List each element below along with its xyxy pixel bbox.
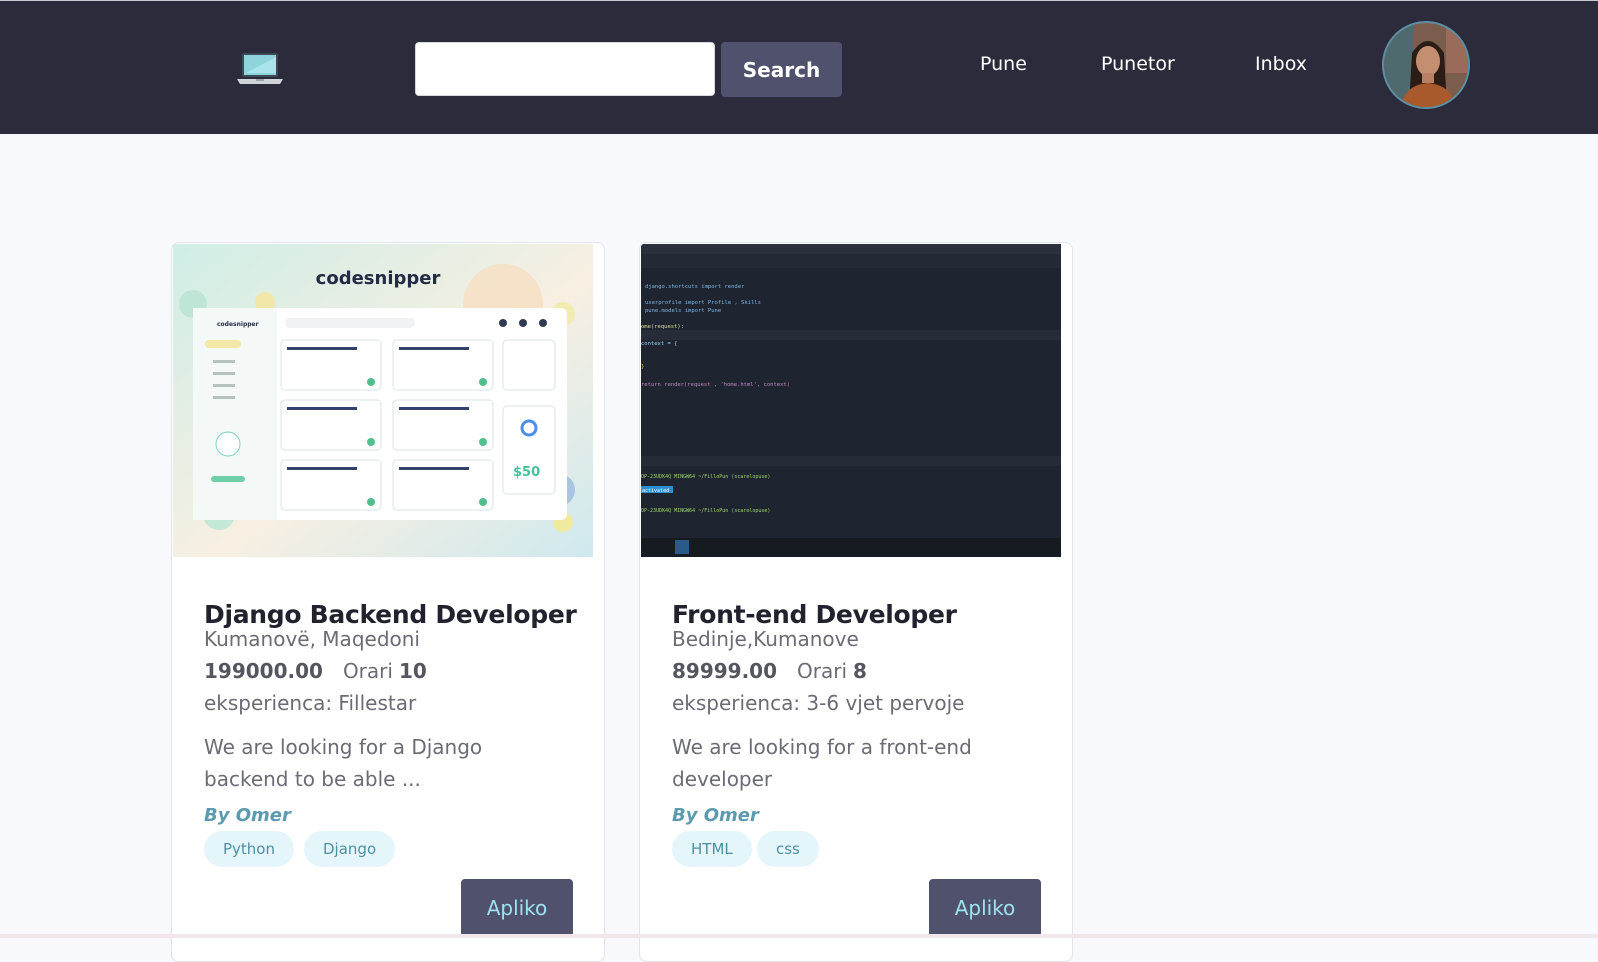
terminal-line: OP-23UDK4Q MINGW64 ~/FilloPun (scarelopu… [641, 508, 770, 514]
job-title[interactable]: Front-end Developer [672, 600, 957, 629]
image-price-text: $50 [513, 465, 540, 480]
navbar: Search Pune Punetor Inbox [0, 0, 1598, 134]
search-input[interactable] [415, 42, 715, 96]
orari-label: Orari [342, 659, 393, 683]
apply-button[interactable]: Apliko [929, 879, 1041, 937]
skill-tag[interactable]: Python [204, 831, 294, 867]
job-title[interactable]: Django Backend Developer [204, 600, 577, 629]
nav-link-inbox[interactable]: Inbox [1255, 53, 1307, 75]
page-bottom-divider [0, 934, 1598, 938]
svg-text:codesnipper: codesnipper [217, 321, 259, 328]
job-salary: 89999.00 [672, 659, 778, 683]
job-author[interactable]: By Omer [204, 805, 291, 826]
skill-tag[interactable]: Django [304, 831, 396, 867]
user-avatar[interactable] [1382, 21, 1470, 109]
code-line: pune.models import Pune [645, 308, 721, 314]
laptop-logo-icon[interactable] [236, 51, 284, 85]
nav-link-pune[interactable]: Pune [980, 53, 1027, 75]
code-line: return render(request , 'home.html', con… [641, 382, 790, 388]
job-description: We are looking for a front-end developer [672, 735, 972, 791]
apply-button[interactable]: Apliko [461, 879, 573, 937]
job-location: Kumanovë, Maqedoni [204, 627, 420, 651]
job-card: codesnipper codesnipper $50 Django Backe… [171, 242, 605, 962]
job-location: Bedinje,Kumanove [672, 627, 859, 651]
code-line: } [641, 364, 644, 370]
job-description: We are looking for a Django backend to b… [204, 735, 483, 791]
skill-tag[interactable]: css [757, 831, 819, 867]
nav-link-punetor[interactable]: Punetor [1101, 53, 1175, 75]
code-line: userprofile import Profile , Skills [645, 300, 761, 306]
job-experience: eksperienca: 3-6 vjet pervoje [672, 691, 965, 715]
skill-tag[interactable]: HTML [672, 831, 752, 867]
job-card-image: django.shortcuts import render userprofi… [641, 244, 1061, 557]
code-line: django.shortcuts import render [645, 284, 745, 290]
job-salary-row: 89999.00 Orari 8 [672, 659, 867, 683]
job-card-image: codesnipper codesnipper $50 [173, 244, 593, 557]
code-line: ome(request): [641, 324, 684, 330]
codesnipper-brand: codesnipper [316, 268, 441, 289]
terminal-line: OP-23UDK4Q MINGW64 ~/FilloPun (scarelopu… [641, 474, 770, 480]
orari-label: Orari [797, 659, 848, 683]
job-salary: 199000.00 [204, 659, 323, 683]
code-line: context = { [641, 341, 677, 347]
job-salary-row: 199000.00 Orari 10 [204, 659, 427, 683]
job-card: django.shortcuts import render userprofi… [639, 242, 1073, 962]
job-experience: eksperienca: Fillestar [204, 691, 417, 715]
job-author[interactable]: By Omer [672, 805, 759, 826]
terminal-line: activated [642, 488, 669, 494]
orari-value: 10 [398, 659, 427, 683]
orari-value: 8 [853, 659, 867, 683]
search-button[interactable]: Search [721, 42, 842, 97]
